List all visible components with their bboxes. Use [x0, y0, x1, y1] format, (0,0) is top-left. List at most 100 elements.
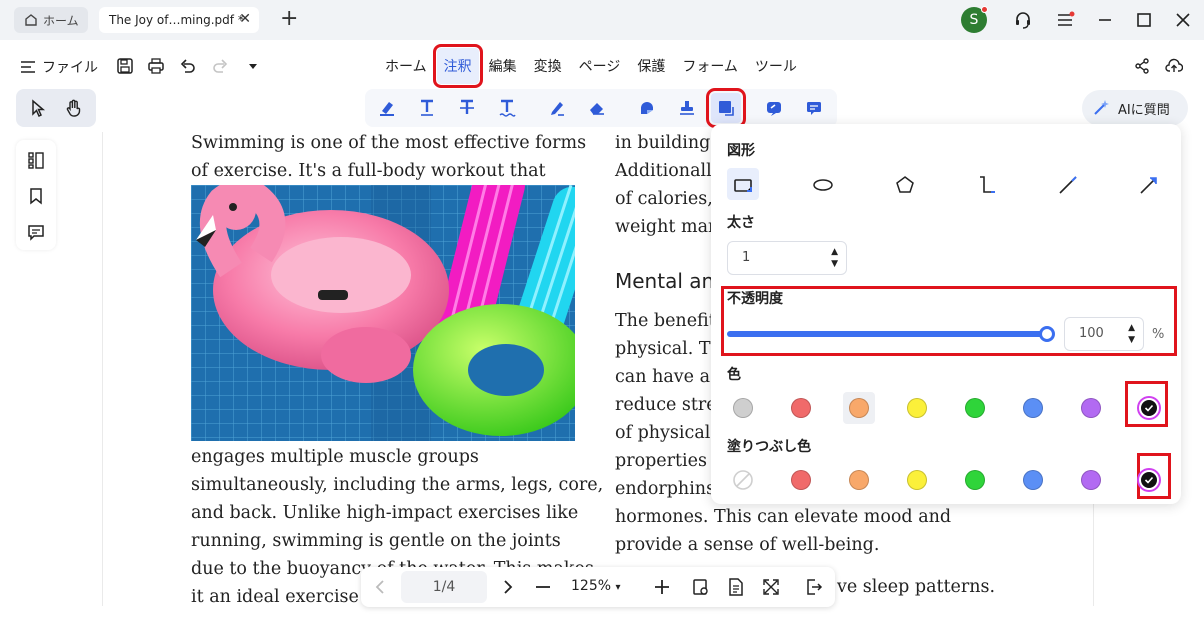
flamingo-pool-photo [191, 185, 575, 441]
fill-swatch-orange[interactable] [849, 470, 869, 490]
zoom-in-icon[interactable] [652, 577, 672, 597]
text-line: in building [615, 133, 711, 153]
file-menu[interactable]: ファイル [20, 57, 98, 77]
fit-page-icon[interactable] [691, 577, 711, 597]
save-icon[interactable] [116, 57, 134, 75]
polygon-icon[interactable] [894, 174, 916, 196]
undo-icon[interactable] [179, 57, 197, 75]
color-swatch-gray[interactable] [733, 398, 753, 418]
text-line: of calories, [615, 189, 713, 209]
menu-annotate[interactable]: 注釈 [432, 44, 483, 88]
line-icon[interactable] [1057, 174, 1079, 196]
fill-swatch-yellow[interactable] [907, 470, 927, 490]
color-swatch-green[interactable] [965, 398, 985, 418]
menu-home[interactable]: ホーム [378, 48, 434, 84]
tab-document-label: The Joy of…ming.pdf * [109, 13, 244, 27]
color-swatch-blue[interactable] [1023, 398, 1043, 418]
paragraph-left-top: Swimming is one of the most effective fo… [191, 132, 586, 185]
tab-home[interactable]: ホーム [14, 7, 88, 33]
hamburger-icon [21, 61, 35, 73]
ellipse-icon[interactable] [812, 174, 834, 196]
hand-tool-icon[interactable] [64, 98, 84, 118]
color-swatch-orange[interactable] [849, 398, 869, 418]
fill-swatch-black-selected[interactable] [1139, 470, 1159, 490]
bookmark-icon[interactable] [26, 186, 46, 206]
page-number-input[interactable]: 1/4 [401, 571, 487, 603]
maximize-icon[interactable] [1134, 10, 1154, 30]
fullscreen-icon[interactable] [761, 577, 781, 597]
previous-page-icon[interactable] [371, 577, 391, 597]
menu-convert[interactable]: 変換 [527, 48, 569, 84]
chevron-down-icon[interactable] [244, 57, 262, 75]
text-line: Additionall [615, 161, 712, 181]
squiggly-icon[interactable] [497, 98, 517, 118]
annotation-toolbar [365, 88, 837, 128]
select-cursor-icon[interactable] [28, 98, 48, 118]
thickness-value: 1 [742, 250, 751, 265]
text-line: simultaneously, including the arms, legs… [191, 475, 604, 495]
check-icon [1144, 404, 1154, 412]
trailing-text-line: ve sleep patterns. [837, 577, 996, 597]
menu-edit[interactable]: 編集 [482, 48, 524, 84]
pen-icon[interactable] [547, 98, 567, 118]
menu-icon[interactable] [1055, 10, 1075, 30]
exit-read-mode-icon[interactable] [804, 577, 824, 597]
close-window-icon[interactable] [1173, 10, 1193, 30]
ask-ai-button[interactable]: AIに質問 [1082, 90, 1188, 126]
stamp-icon[interactable] [677, 98, 697, 118]
home-icon [25, 14, 37, 26]
underline-text-icon[interactable] [417, 98, 437, 118]
ai-sparkle-icon [1094, 100, 1109, 115]
comment-icon[interactable] [804, 98, 824, 118]
stepper-arrows-icon[interactable]: ▲ ▼ [1128, 322, 1135, 346]
color-swatch-black-selected[interactable] [1139, 398, 1159, 418]
sticker-icon[interactable] [637, 98, 657, 118]
highlight-icon[interactable] [377, 98, 397, 118]
stepper-arrows-icon[interactable]: ▲ ▼ [831, 246, 838, 270]
next-page-icon[interactable] [497, 577, 517, 597]
print-icon[interactable] [147, 57, 165, 75]
comments-panel-icon[interactable] [26, 222, 46, 242]
eraser-icon[interactable] [587, 98, 607, 118]
avatar[interactable]: S [961, 6, 988, 33]
rectangle-icon[interactable] [732, 174, 754, 196]
connector-icon[interactable] [976, 174, 998, 196]
thickness-stepper[interactable]: 1 ▲ ▼ [727, 241, 847, 275]
fill-swatch-red[interactable] [791, 470, 811, 490]
shape-properties-panel: 図形 太さ 1 ▲ ▼ 不透明度 100 ▲ ▼ % 色 塗りつぶし色 [711, 124, 1181, 504]
fill-swatch-green[interactable] [965, 470, 985, 490]
opacity-input[interactable]: 100 ▲ ▼ [1064, 317, 1144, 351]
opacity-unit: % [1152, 327, 1165, 342]
zoom-caret-icon: ▾ [615, 582, 621, 593]
fill-swatch-purple[interactable] [1081, 470, 1101, 490]
close-tab-icon[interactable]: ✕ [239, 11, 251, 27]
opacity-slider[interactable] [727, 331, 1049, 337]
main-menu: ホーム 注釈 編集 変換 ページ 保護 フォーム ツール [378, 44, 807, 88]
menu-page[interactable]: ページ [572, 48, 628, 84]
menu-tools[interactable]: ツール [748, 48, 804, 84]
zoom-out-icon[interactable] [533, 577, 553, 597]
opacity-slider-thumb[interactable] [1039, 326, 1055, 342]
menu-protect[interactable]: 保護 [630, 48, 672, 84]
thumbnails-icon[interactable] [26, 150, 46, 170]
arrow-icon[interactable] [1138, 174, 1160, 196]
tab-document[interactable]: The Joy of…ming.pdf * ✕ [99, 7, 259, 33]
color-swatch-purple[interactable] [1081, 398, 1101, 418]
no-fill-icon[interactable] [732, 469, 754, 491]
text-box-icon[interactable] [764, 98, 784, 118]
file-menu-label: ファイル [42, 60, 98, 76]
cursor-tools [16, 89, 96, 127]
page-view-icon[interactable] [726, 577, 746, 597]
shape-icon[interactable] [716, 98, 736, 118]
minimize-icon[interactable] [1095, 10, 1115, 30]
fill-swatch-blue[interactable] [1023, 470, 1043, 490]
headset-icon[interactable] [1013, 10, 1033, 30]
cloud-upload-icon[interactable] [1165, 57, 1183, 75]
share-icon[interactable] [1133, 57, 1151, 75]
color-swatch-yellow[interactable] [907, 398, 927, 418]
menu-form[interactable]: フォーム [675, 48, 745, 84]
new-tab-button[interactable]: + [280, 8, 298, 30]
zoom-level[interactable]: 125% ▾ [571, 578, 621, 594]
color-swatch-red[interactable] [791, 398, 811, 418]
strikethrough-icon[interactable] [457, 98, 477, 118]
